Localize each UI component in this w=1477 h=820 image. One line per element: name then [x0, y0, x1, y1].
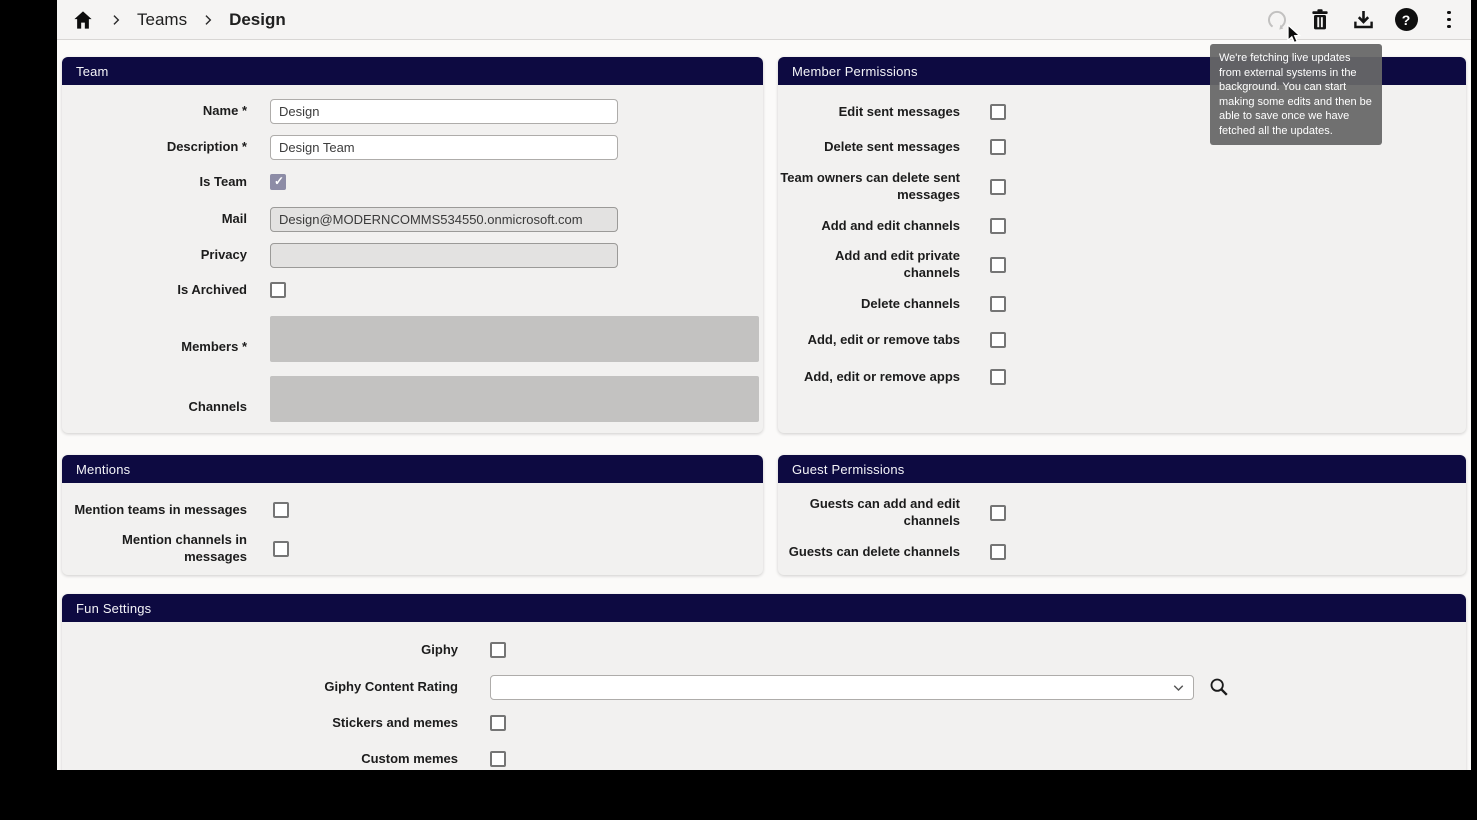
add-edit-remove-tabs-label: Add, edit or remove tabs: [778, 332, 960, 349]
is-archived-label: Is Archived: [62, 282, 247, 299]
add-edit-remove-tabs-checkbox[interactable]: [990, 332, 1006, 348]
channels-label: Channels: [62, 399, 247, 422]
add-edit-channels-checkbox[interactable]: [990, 218, 1006, 234]
delete-sent-messages-checkbox[interactable]: [990, 139, 1006, 155]
description-row: Description *: [62, 133, 763, 161]
giphy-content-rating-label: Giphy Content Rating: [62, 679, 458, 696]
description-label: Description *: [62, 139, 247, 156]
guest-permissions-panel-header: Guest Permissions: [778, 455, 1466, 483]
fun-settings-panel: Fun Settings Giphy Giphy Content Rating …: [62, 594, 1466, 770]
is-team-checkbox[interactable]: [270, 174, 286, 190]
mail-label: Mail: [62, 211, 247, 228]
mention-row: Mention channels in messages: [62, 529, 763, 569]
members-label: Members *: [62, 339, 247, 362]
panel-title: Team: [76, 64, 109, 79]
search-icon[interactable]: [1208, 676, 1230, 698]
members-loading-placeholder: [270, 316, 759, 362]
giphy-row: Giphy: [62, 633, 1466, 667]
team-panel-header: Team: [62, 57, 763, 85]
guest-permissions-panel: Guest Permissions Guests can add and edi…: [778, 455, 1466, 575]
mention-channels-checkbox[interactable]: [273, 541, 289, 557]
mail-input: [270, 207, 618, 232]
name-input[interactable]: [270, 99, 618, 124]
is-archived-row: Is Archived: [62, 279, 763, 301]
panel-title: Fun Settings: [76, 601, 151, 616]
top-bar: Teams Design: [57, 0, 1471, 40]
help-icon[interactable]: ?: [1394, 8, 1418, 32]
home-icon[interactable]: [71, 8, 95, 32]
custom-memes-label: Custom memes: [62, 751, 458, 768]
fetching-updates-tooltip: We're fetching live updates from externa…: [1210, 44, 1382, 145]
screen: { "breadcrumb": { "items": [ { "label": …: [0, 0, 1477, 820]
members-row: Members *: [62, 316, 763, 362]
permission-row: Team owners can delete sent messages: [778, 167, 1466, 207]
permission-row: Add and edit private channels: [778, 245, 1466, 285]
name-row: Name *: [62, 97, 763, 125]
is-team-row: Is Team: [62, 171, 763, 193]
guests-add-edit-channels-checkbox[interactable]: [990, 505, 1006, 521]
owners-delete-sent-messages-label: Team owners can delete sent messages: [778, 170, 960, 204]
giphy-content-rating-select[interactable]: [490, 675, 1194, 700]
is-team-label: Is Team: [62, 174, 247, 191]
permission-row: Add, edit or remove apps: [778, 360, 1466, 394]
permission-row: Add, edit or remove tabs: [778, 323, 1466, 357]
mention-channels-label: Mention channels in messages: [62, 532, 247, 566]
custom-memes-row: Custom memes: [62, 742, 1466, 770]
giphy-checkbox[interactable]: [490, 642, 506, 658]
edit-sent-messages-label: Edit sent messages: [778, 104, 960, 121]
panel-title: Guest Permissions: [792, 462, 905, 477]
guest-permission-row: Guests can add and edit channels: [778, 493, 1466, 533]
guests-add-edit-channels-label: Guests can add and edit channels: [778, 496, 960, 530]
more-options-icon[interactable]: [1437, 8, 1461, 32]
breadcrumb-item-design: Design: [229, 10, 286, 30]
delete-channels-checkbox[interactable]: [990, 296, 1006, 312]
name-label: Name *: [62, 103, 247, 120]
chevron-down-icon: [1170, 679, 1187, 696]
mail-row: Mail: [62, 205, 763, 233]
mention-teams-label: Mention teams in messages: [62, 502, 247, 519]
add-edit-private-channels-label: Add and edit private channels: [778, 248, 960, 282]
privacy-row: Privacy: [62, 241, 763, 269]
breadcrumb-separator-icon: [201, 13, 215, 27]
channels-row: Channels: [62, 376, 763, 422]
guests-delete-channels-checkbox[interactable]: [990, 544, 1006, 560]
add-edit-private-channels-checkbox[interactable]: [990, 257, 1006, 273]
channels-loading-placeholder: [270, 376, 759, 422]
panel-title: Mentions: [76, 462, 130, 477]
mentions-panel-header: Mentions: [62, 455, 763, 483]
delete-sent-messages-label: Delete sent messages: [778, 139, 960, 156]
mouse-cursor-icon: [1286, 24, 1304, 51]
custom-memes-checkbox[interactable]: [490, 751, 506, 767]
fun-settings-panel-header: Fun Settings: [62, 594, 1466, 622]
add-edit-remove-apps-checkbox[interactable]: [990, 369, 1006, 385]
delete-icon[interactable]: [1308, 8, 1332, 32]
panel-title: Member Permissions: [792, 64, 918, 79]
description-input[interactable]: [270, 135, 618, 160]
add-edit-remove-apps-label: Add, edit or remove apps: [778, 369, 960, 386]
breadcrumb: Teams Design: [71, 8, 286, 32]
stickers-memes-checkbox[interactable]: [490, 715, 506, 731]
privacy-input: [270, 243, 618, 268]
breadcrumb-separator-icon: [109, 13, 123, 27]
giphy-label: Giphy: [62, 642, 458, 659]
delete-channels-label: Delete channels: [778, 296, 960, 313]
stickers-memes-label: Stickers and memes: [62, 715, 458, 732]
owners-delete-sent-messages-checkbox[interactable]: [990, 179, 1006, 195]
permission-row: Add and edit channels: [778, 209, 1466, 243]
export-download-icon[interactable]: [1351, 8, 1375, 32]
mention-teams-checkbox[interactable]: [273, 502, 289, 518]
edit-sent-messages-checkbox[interactable]: [990, 104, 1006, 120]
guest-permission-row: Guests can delete channels: [778, 535, 1466, 569]
breadcrumb-item-teams[interactable]: Teams: [137, 10, 187, 30]
is-archived-checkbox[interactable]: [270, 282, 286, 298]
stickers-memes-row: Stickers and memes: [62, 706, 1466, 740]
add-edit-channels-label: Add and edit channels: [778, 218, 960, 235]
team-panel: Team Name * Description * Is Team Mail P…: [62, 57, 763, 433]
permission-row: Delete channels: [778, 287, 1466, 321]
mention-row: Mention teams in messages: [62, 493, 763, 527]
guests-delete-channels-label: Guests can delete channels: [778, 544, 960, 561]
privacy-label: Privacy: [62, 247, 247, 264]
giphy-content-rating-row: Giphy Content Rating: [62, 670, 1466, 704]
mentions-panel: Mentions Mention teams in messages Menti…: [62, 455, 763, 575]
